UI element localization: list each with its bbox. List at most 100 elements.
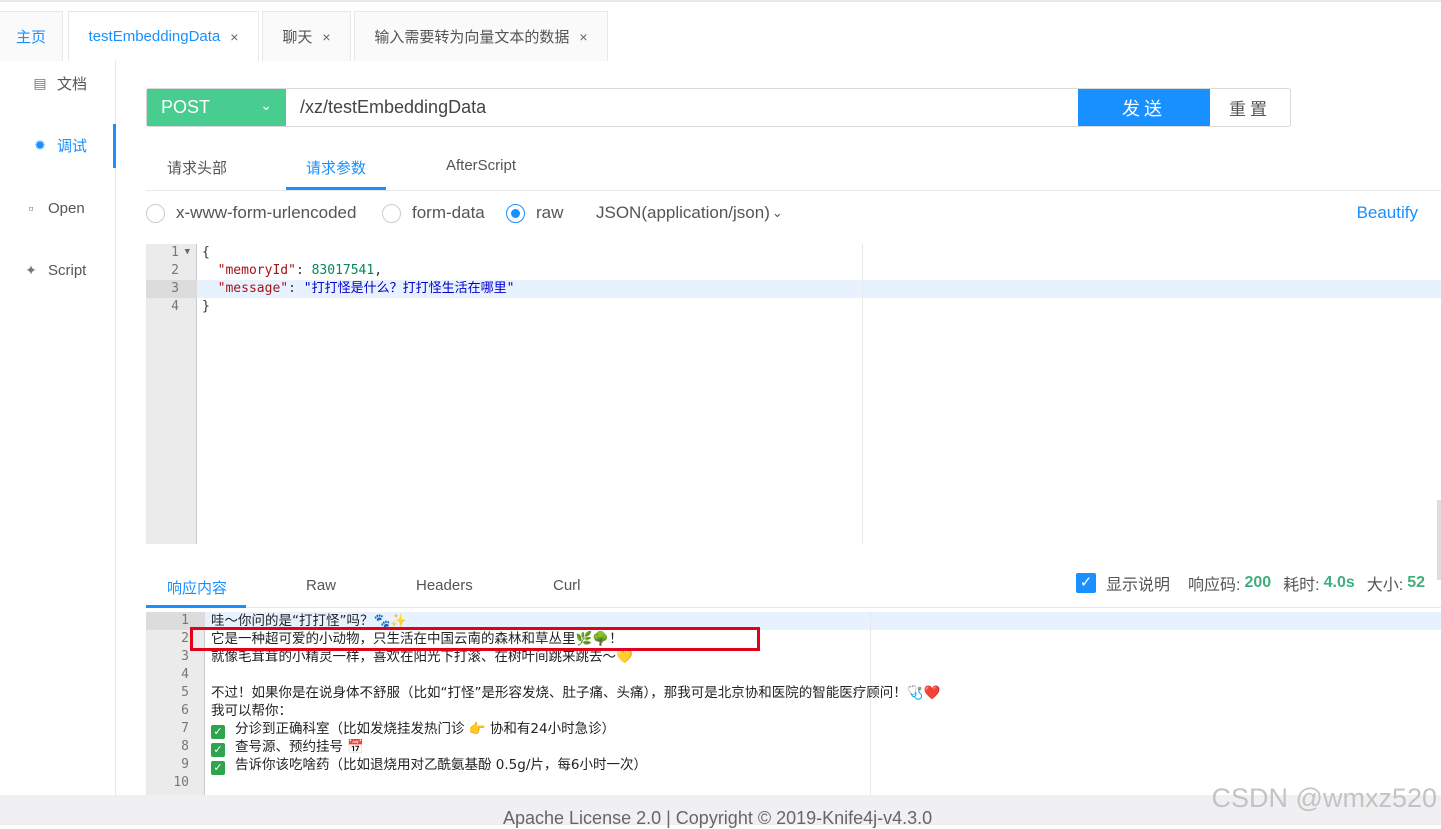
radio-urlencoded[interactable]: x-www-form-urlencoded [146,203,356,223]
show-desc-label: 显示说明 [1106,577,1171,594]
request-url-bar: POST ⌄ /xz/testEmbeddingData 发送 重置 [146,88,1291,127]
response-line: 我可以帮你： [211,703,292,719]
url-input[interactable]: /xz/testEmbeddingData [286,89,1078,126]
content-type-select[interactable]: JSON(application/json) ⌄ [596,203,783,223]
bug-icon: ✹ [34,136,46,153]
document-icon: ▤ [33,74,47,91]
tab-request-headers[interactable]: 请求头部 [167,157,227,178]
line-number: 4 [171,299,179,314]
line-number: 6 [181,703,189,718]
beautify-button[interactable]: Beautify [1357,203,1418,223]
editor-gutter: 1 ▼ 2 3 4 [146,244,197,544]
tab-label: 输入需要转为向量文本的数据 [374,29,570,46]
tab-test-embedding-data[interactable]: testEmbeddingData × [68,11,259,61]
response-time: 4.0s [1323,574,1355,591]
json-number: 83017541 [311,263,375,278]
content-type-label: JSON(application/json) [596,203,770,222]
send-button[interactable]: 发送 [1078,89,1210,126]
sidebar-item-open[interactable]: ▫ Open [0,188,116,228]
tab-vector-input[interactable]: 输入需要转为向量文本的数据 × [354,11,608,61]
footer-license: Apache License 2.0 | Copyright © 2019-Kn… [503,808,933,828]
tab-curl[interactable]: Curl [553,577,581,594]
code-line: "message": "打打怪是什么？打打怪生活在哪里" [202,280,515,298]
response-meta: ✓ 显示说明 响应码: 200 耗时: 4.0s 大小: 52 [1076,571,1437,595]
sidebar-item-label: Script [48,261,87,279]
tab-response-content[interactable]: 响应内容 [167,577,227,598]
tab-raw[interactable]: Raw [306,577,336,594]
sidebar-item-label: 调试 [57,137,88,155]
response-line: ✓ 查号源、预约挂号 📅 [211,738,365,757]
code-token: : [295,263,312,278]
code-line: { [202,244,210,262]
line-number: 10 [173,775,189,790]
checkmark-icon: ✓ [211,743,225,757]
request-tabs: 请求头部 请求参数 AfterScript [146,143,1441,191]
time-label: 耗时: [1283,577,1320,594]
radio-label: form-data [412,203,485,222]
response-line: 不过！如果你是在说身体不舒服（比如“打怪”是形容发烧、肚子痛、头痛），那我可是北… [211,685,941,701]
sidebar: ▤ 文档 ✹ 调试 ▫ Open ✦ Script [0,60,116,795]
method-label: POST [161,97,211,117]
response-line-text: 查号源、预约挂号 📅 [235,739,365,755]
line-number: 9 [181,757,189,772]
print-margin [870,612,871,795]
code-token: } [202,299,210,314]
sidebar-item-label: 文档 [57,75,88,93]
active-indicator [113,124,116,168]
code-token: : [288,281,304,296]
tab-home[interactable]: 主页 [0,11,63,61]
tab-headers[interactable]: Headers [416,577,473,594]
response-line-text: 分诊到正确科室（比如发烧挂发热门诊 👉 协和有24小时急诊） [235,721,616,737]
radio-circle-checked[interactable] [506,203,525,223]
tab-label: 聊天 [282,29,313,46]
line-number: 4 [181,667,189,682]
checkbox-checked-icon[interactable]: ✓ [1076,573,1096,593]
method-select[interactable]: POST ⌄ [147,89,286,126]
code-token: , [374,263,383,278]
sidebar-item-debug[interactable]: ✹ 调试 [0,125,116,165]
checkmark-icon: ✓ [211,761,225,775]
radio-circle[interactable] [146,203,165,223]
file-icon: ▫ [28,200,34,216]
active-tab-indicator [286,187,386,190]
close-icon[interactable]: × [579,29,587,45]
response-line: ✓ 分诊到正确科室（比如发烧挂发热门诊 👉 协和有24小时急诊） [211,720,616,739]
tab-home-label: 主页 [15,29,46,46]
json-key: "message" [217,281,289,296]
code-line: } [202,298,210,316]
status-code-label: 响应码: [1188,577,1241,594]
json-string: "打打怪是什么？打打怪生活在哪里" [303,281,515,296]
close-icon[interactable]: × [322,29,330,45]
tab-after-script[interactable]: AfterScript [446,157,516,174]
print-margin [862,244,863,544]
response-tabs: 响应内容 Raw Headers Curl ✓ 显示说明 响应码: 200 耗时… [146,563,1441,608]
active-tab-indicator [146,605,246,608]
status-code: 200 [1244,574,1272,591]
body-type-selector: x-www-form-urlencoded form-data raw JSON… [146,203,1441,227]
tab-bar: 主页 testEmbeddingData × 聊天 × 输入需要转为向量文本的数… [0,0,1441,61]
radio-label: raw [536,203,564,222]
code-line: "memoryId": 83017541, [202,262,382,280]
line-number: 5 [181,685,189,700]
sidebar-item-label: Open [48,199,85,217]
radio-form-data[interactable]: form-data [382,203,485,223]
radio-raw[interactable]: raw [506,203,563,223]
sidebar-item-docs[interactable]: ▤ 文档 [0,63,116,103]
tab-label: testEmbeddingData [88,28,221,45]
radio-circle[interactable] [382,203,401,223]
highlight-annotation-box [190,627,760,651]
close-icon[interactable]: × [230,29,238,45]
sidebar-item-script[interactable]: ✦ Script [0,250,116,290]
line-number: 2 [171,263,179,278]
reset-button[interactable]: 重置 [1210,89,1290,126]
watermark: CSDN @wmxz520 [1211,783,1437,813]
json-key: "memoryId" [217,263,296,278]
response-line-text: 告诉你该吃啥药（比如退烧用对乙酰氨基酚 0.5g/片，每6小时一次） [235,757,647,773]
tab-request-params[interactable]: 请求参数 [306,157,366,178]
fold-arrow-icon[interactable]: ▼ [185,247,190,257]
request-body-editor[interactable]: 1 ▼ 2 3 4 { "memoryId": 83017541, "messa… [146,244,1441,544]
code-icon: ✦ [25,261,37,278]
line-number: 3 [146,280,197,298]
tab-chat[interactable]: 聊天 × [262,11,351,61]
checkmark-icon: ✓ [211,725,225,739]
